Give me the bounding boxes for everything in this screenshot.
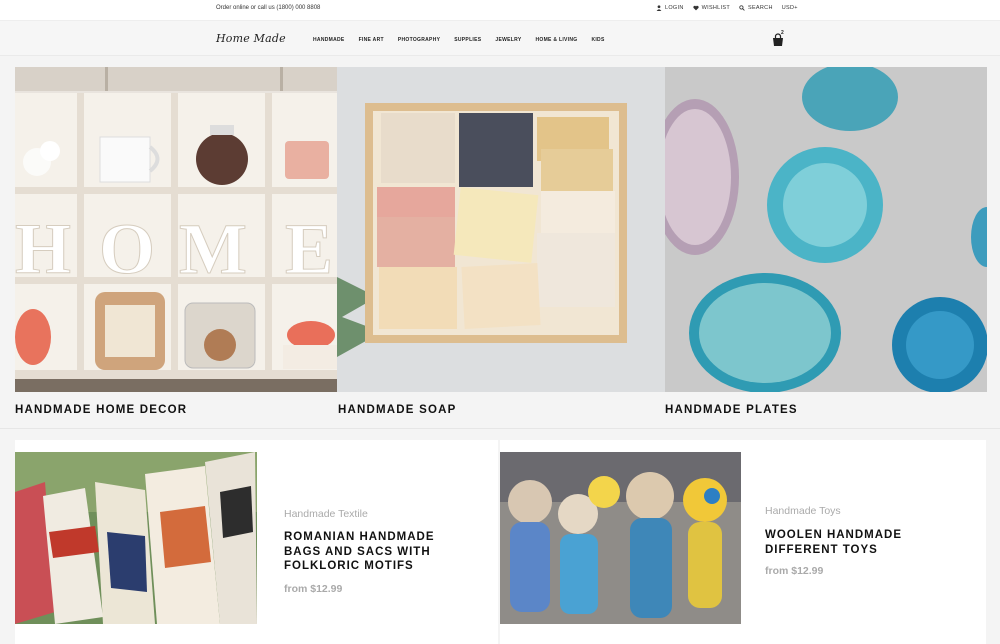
product-name-textile[interactable]: ROMANIAN HANDMADE BAGS AND SACS WITH FOL… [284,530,435,574]
product-price-toys: from $12.99 [765,565,824,577]
search-icon [739,5,745,11]
login-link[interactable]: LOGIN [656,5,684,11]
top-links: LOGIN WISHLIST SEARCH USD+ [656,5,798,11]
heart-icon [693,5,699,11]
product-category-toys: Handmade Toys [765,505,841,517]
section-divider [0,428,1000,429]
product-name-line: ROMANIAN HANDMADE [284,531,435,543]
site-logo[interactable]: Home Made [216,32,286,45]
product-name-toys[interactable]: WOOLEN HANDMADE DIFFERENT TOYS [765,528,902,557]
product-name-line: FOLKLORIC MOTIFS [284,560,414,572]
currency-selector[interactable]: USD+ [782,5,798,11]
category-title-home-decor[interactable]: HANDMADE HOME DECOR [15,404,187,416]
product-name-line: BAGS AND SACS WITH [284,545,431,558]
svg-text:O: O [99,209,155,289]
svg-text:E: E [285,209,333,289]
menu-item-photography[interactable]: PHOTOGRAPHY [398,37,440,43]
product-category-textile: Handmade Textile [284,508,368,520]
menu-item-jewelry[interactable]: JEWELRY [495,37,521,43]
contact-info: Order online or call us (1800) 000 8808 [216,5,321,11]
category-title-plates[interactable]: HANDMADE PLATES [665,404,798,416]
svg-text:H: H [15,209,71,289]
category-banners: H O M E HANDMADE HOME DECOR HANDMADE SOA… [15,67,987,427]
product-name-line: DIFFERENT TOYS [765,543,878,556]
login-label: LOGIN [665,5,684,11]
wishlist-label: WISHLIST [701,5,730,11]
category-title-soap[interactable]: HANDMADE SOAP [338,404,456,416]
currency-label: USD+ [781,5,798,11]
main-header: Home Made HANDMADE FINE ART PHOTOGRAPHY … [0,20,1000,56]
top-bar: Order online or call us (1800) 000 8808 … [0,0,1000,20]
user-icon [656,5,662,11]
menu-item-kids[interactable]: KIDS [591,37,604,43]
woolen-toys-image[interactable] [500,452,741,624]
svg-text:M: M [179,209,247,289]
product-name-line: WOOLEN HANDMADE [765,529,903,541]
search-label: SEARCH [748,5,773,11]
menu-item-fine-art[interactable]: FINE ART [359,37,384,43]
main-menu: HANDMADE FINE ART PHOTOGRAPHY SUPPLIES J… [313,37,619,43]
menu-item-handmade[interactable]: HANDMADE [313,37,345,43]
wishlist-link[interactable]: WISHLIST [693,5,730,11]
soap-image[interactable] [337,67,665,392]
home-decor-image[interactable]: H O M E [15,67,337,392]
product-price-textile: from $12.99 [284,583,343,595]
plates-image[interactable] [665,67,987,392]
textile-bags-image[interactable] [15,452,257,624]
cart-count-badge: 2 [781,30,784,36]
menu-item-supplies[interactable]: SUPPLIES [454,37,481,43]
menu-item-home-living[interactable]: HOME & LIVING [535,37,577,43]
search-link[interactable]: SEARCH [739,5,773,11]
